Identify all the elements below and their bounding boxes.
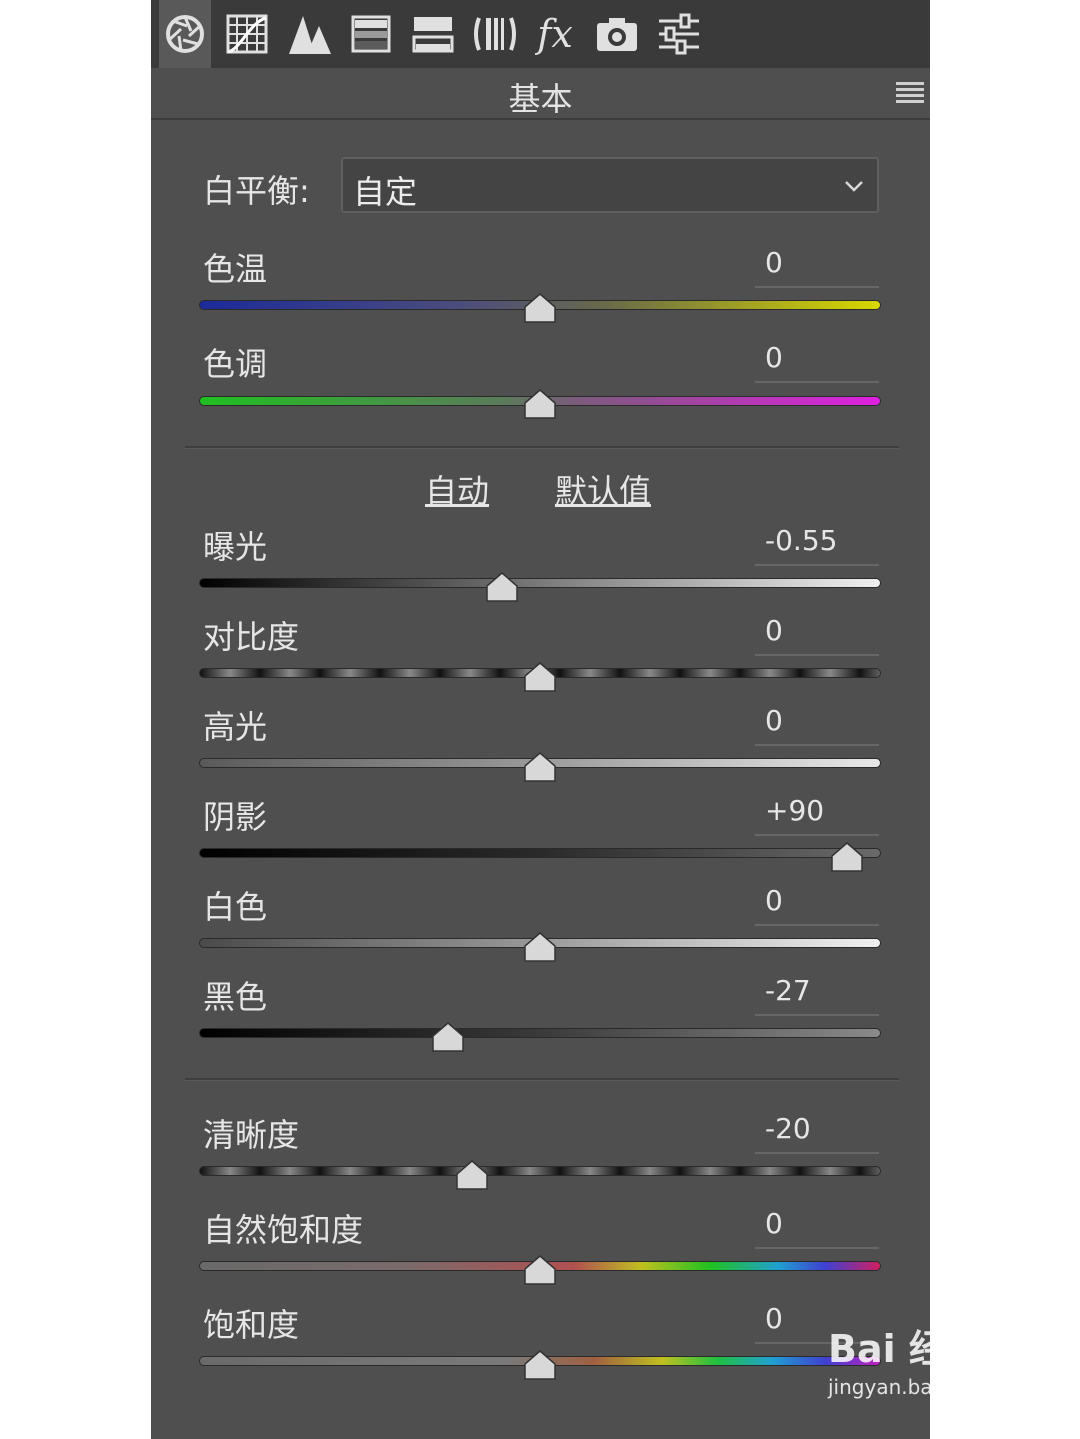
auto-link[interactable]: 自动	[425, 466, 489, 512]
white-balance-label: 白平衡:	[203, 172, 310, 210]
watermark-url: jingyan.baidu.com	[828, 1375, 1013, 1399]
vibrance-value[interactable]: 0	[755, 1207, 879, 1249]
temperature-label: 色温	[203, 250, 268, 288]
lens-correction-icon[interactable]	[469, 8, 521, 60]
effects-fx-icon[interactable]: fx	[529, 8, 581, 60]
exposure-thumb[interactable]	[486, 572, 519, 602]
split-toning-icon[interactable]	[407, 8, 459, 60]
clarity-track[interactable]	[199, 1166, 881, 1176]
shadows-track[interactable]	[199, 848, 881, 858]
white-balance-value: 自定	[353, 173, 418, 211]
tint-thumb[interactable]	[524, 389, 556, 419]
basic-aperture-icon[interactable]	[159, 0, 211, 68]
shadows-label: 阴影	[203, 798, 268, 836]
highlights-label: 高光	[203, 708, 268, 746]
clarity-thumb[interactable]	[456, 1160, 488, 1190]
whites-label: 白色	[203, 888, 268, 926]
hsl-gradient-icon[interactable]	[345, 8, 397, 60]
basic-panel: fx 基本 白平衡: 自定 色温 0 色调 0 自动 默认值 曝光 -0.55 …	[151, 0, 930, 1439]
clarity-value[interactable]: -20	[755, 1112, 879, 1154]
white-balance-select[interactable]: 自定	[341, 157, 879, 213]
contrast-label: 对比度	[203, 618, 300, 656]
panel-header: 基本	[151, 68, 930, 120]
exposure-track[interactable]	[199, 578, 881, 588]
panel-menu-icon[interactable]	[896, 82, 924, 104]
contrast-thumb[interactable]	[524, 662, 556, 692]
exposure-label: 曝光	[203, 528, 268, 566]
exposure-value[interactable]: -0.55	[755, 524, 879, 566]
shadows-value[interactable]: +90	[755, 794, 879, 836]
tint-label: 色调	[203, 345, 268, 383]
panel-title: 基本	[508, 80, 573, 118]
temperature-thumb[interactable]	[524, 293, 556, 323]
temperature-value[interactable]: 0	[755, 246, 879, 288]
contrast-value[interactable]: 0	[755, 614, 879, 656]
vibrance-label: 自然饱和度	[203, 1211, 364, 1249]
shadows-thumb[interactable]	[831, 842, 863, 872]
chevron-down-icon	[845, 181, 863, 192]
blacks-label: 黑色	[203, 978, 268, 1016]
blacks-value[interactable]: -27	[755, 974, 879, 1016]
detail-mountains-icon[interactable]	[283, 8, 335, 60]
default-link[interactable]: 默认值	[555, 466, 651, 512]
saturation-label: 饱和度	[203, 1306, 300, 1344]
vibrance-thumb[interactable]	[524, 1255, 556, 1285]
highlights-thumb[interactable]	[524, 752, 556, 782]
presets-sliders-icon[interactable]	[653, 8, 705, 60]
whites-value[interactable]: 0	[755, 884, 879, 926]
panel-toolbar: fx	[151, 0, 930, 68]
fx-label: fx	[537, 12, 573, 56]
highlights-value[interactable]: 0	[755, 704, 879, 746]
watermark-logo: Bai 经验	[828, 1327, 985, 1371]
blacks-track[interactable]	[199, 1028, 881, 1038]
section-divider	[185, 446, 899, 449]
saturation-thumb[interactable]	[524, 1350, 556, 1380]
tint-value[interactable]: 0	[755, 341, 879, 383]
clarity-label: 清晰度	[203, 1116, 300, 1154]
camera-calibration-icon[interactable]	[591, 8, 643, 60]
whites-thumb[interactable]	[524, 932, 556, 962]
blacks-thumb[interactable]	[432, 1022, 464, 1052]
tone-curve-grid-icon[interactable]	[221, 8, 273, 60]
baidu-jingyan-watermark: Bai 经验 jingyan.baidu.com	[828, 1318, 1013, 1399]
section-divider	[185, 1078, 899, 1081]
